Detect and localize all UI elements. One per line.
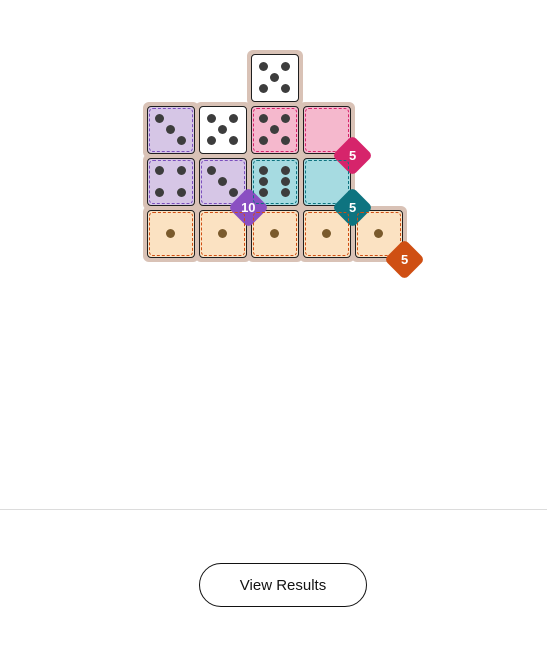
pip [374,229,383,238]
pip [281,165,291,175]
die-cell[interactable] [199,106,247,154]
pip [206,165,216,175]
pip [322,229,331,238]
region-target-value: 10 [241,200,256,215]
die-cell[interactable] [251,54,299,102]
die-cell[interactable] [147,158,195,206]
puzzle-board: 5 10 5 5 [0,0,547,300]
pip [258,61,268,71]
pip [206,136,216,146]
pip [281,136,291,146]
pip [177,188,187,198]
pip [218,125,227,134]
pip [258,113,268,123]
pip [229,113,239,123]
pip [258,165,268,175]
pip [258,188,268,198]
pip [166,229,175,238]
pip [154,165,164,175]
pip [206,113,216,123]
pip [281,188,291,198]
pip [270,73,279,82]
pip [281,61,291,71]
view-results-button[interactable]: View Results [199,563,367,607]
pip [281,177,291,186]
die-cell[interactable] [251,106,299,154]
die-cell[interactable] [147,106,195,154]
die-cell[interactable] [147,210,195,258]
pip [270,229,279,238]
pip [154,188,164,198]
pip [258,84,268,94]
pip [177,165,187,175]
pip [258,136,268,146]
pip [177,136,187,146]
region-target-value: 5 [348,147,357,163]
region-target-value: 5 [400,251,409,267]
divider [0,509,547,510]
pip [281,84,291,94]
pip [229,188,239,198]
region-target-value: 5 [348,199,357,215]
pip [218,229,227,238]
pip [270,125,279,134]
pip [229,136,239,146]
pip [218,177,227,186]
pip [281,113,291,123]
pip [258,177,268,186]
pip [166,125,175,134]
pip [154,113,164,123]
